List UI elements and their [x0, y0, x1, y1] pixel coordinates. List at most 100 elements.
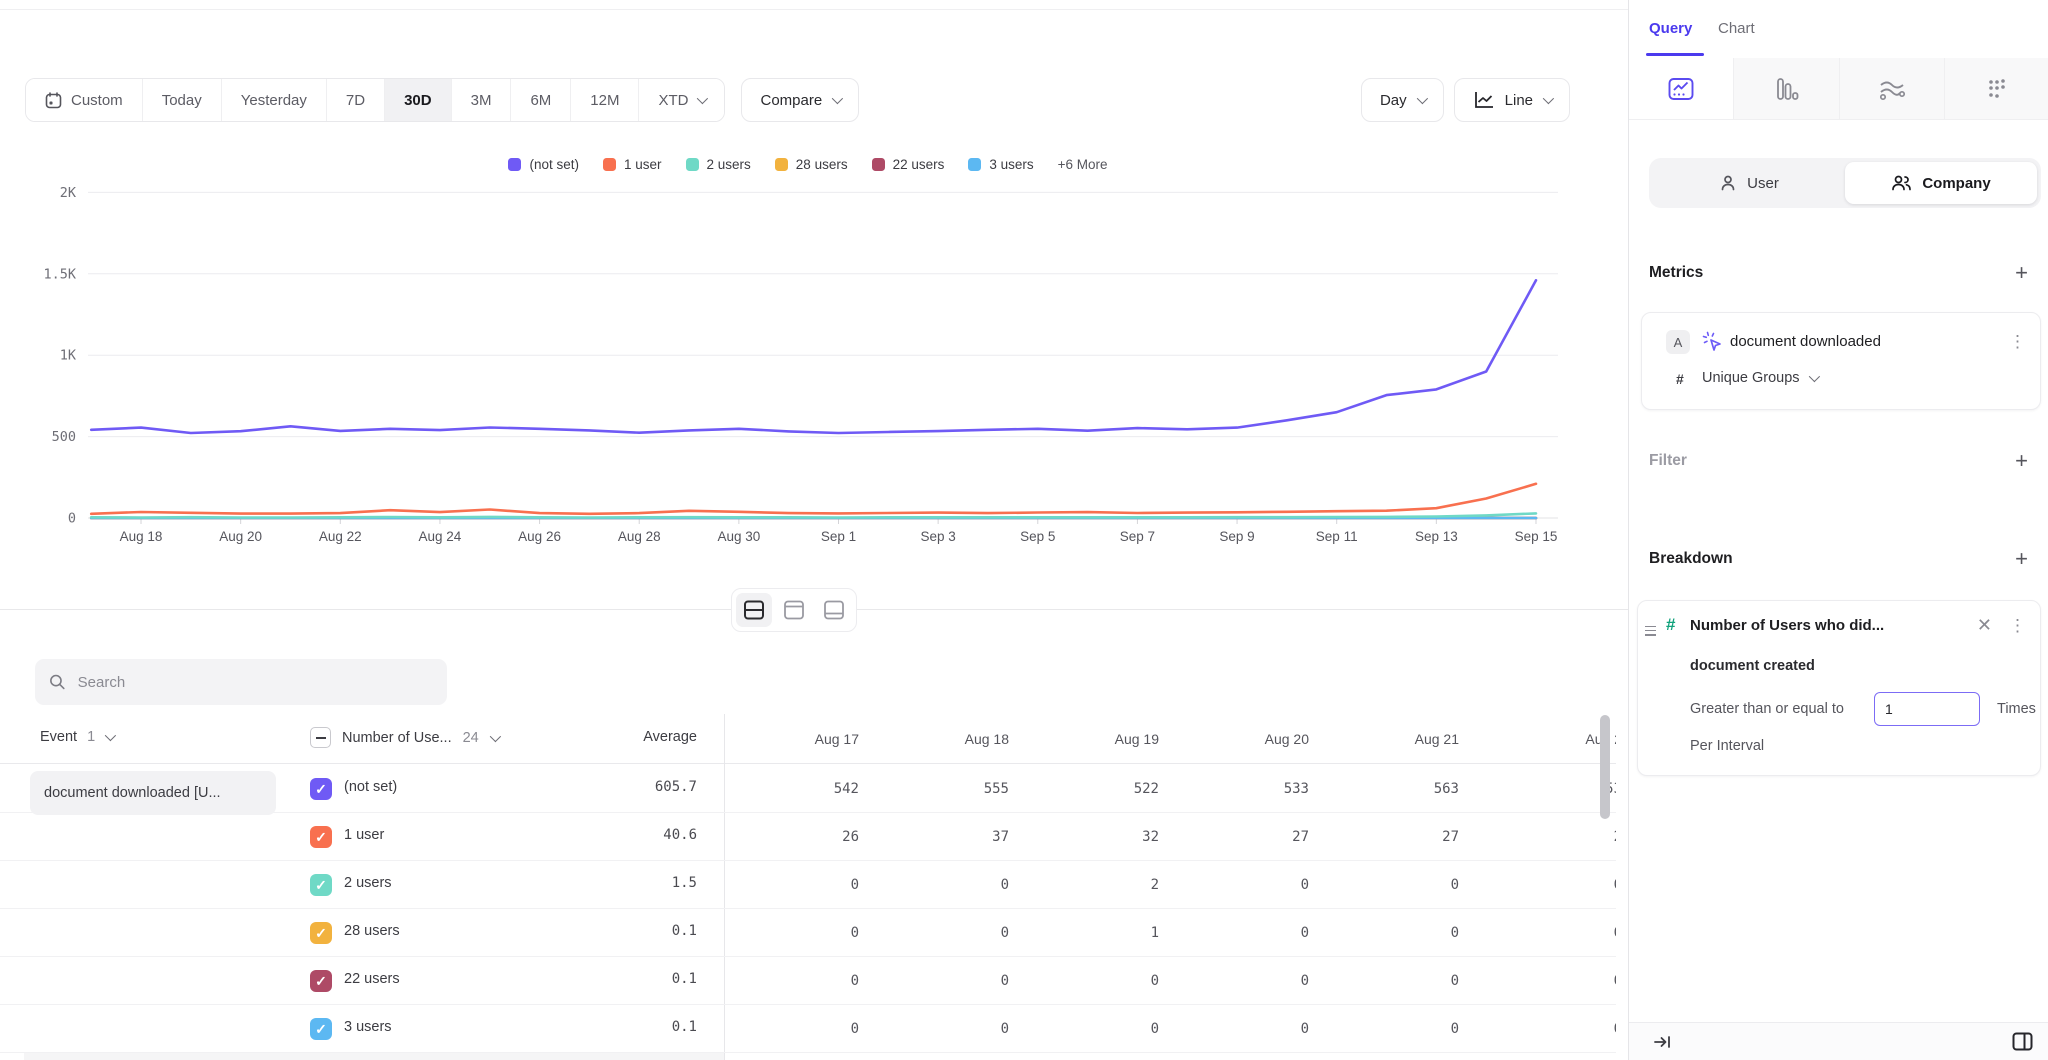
- tab-chart[interactable]: Chart: [1718, 20, 1755, 37]
- compare-label: Compare: [760, 92, 822, 109]
- row-checkbox[interactable]: ✓: [310, 922, 332, 944]
- toggle-company[interactable]: Company: [1845, 162, 2037, 204]
- date-column-header[interactable]: Aug 19: [1024, 731, 1174, 747]
- chart-type-line-tab[interactable]: [1629, 58, 1733, 119]
- table-row: ✓1 user40.626373227272: [0, 813, 1616, 861]
- chart-type-bar-tab[interactable]: [1733, 58, 1838, 119]
- range-today[interactable]: Today: [143, 79, 222, 121]
- line-chart[interactable]: 05001K1.5K2KAug 18Aug 20Aug 22Aug 24Aug …: [0, 185, 1628, 565]
- row-checkbox[interactable]: ✓: [310, 826, 332, 848]
- y-axis-label: 1.5K: [43, 266, 76, 282]
- legend-label: 1 user: [624, 157, 662, 172]
- breakdown-kebab-icon[interactable]: ⋮: [2009, 617, 2026, 634]
- collapse-panel-icon[interactable]: [1653, 1033, 1673, 1051]
- row-values-inner: 001000: [724, 909, 1616, 956]
- row-average: 40.6: [560, 827, 697, 843]
- range-7d[interactable]: 7D: [327, 79, 385, 121]
- legend-item[interactable]: 2 users: [686, 157, 751, 172]
- close-icon[interactable]: ✕: [1977, 615, 1992, 636]
- row-checkbox[interactable]: ✓: [310, 1018, 332, 1040]
- layout-table-only-button[interactable]: [816, 593, 852, 627]
- range-6m[interactable]: 6M: [511, 79, 571, 121]
- row-value: 0: [1474, 877, 1616, 893]
- date-column-header[interactable]: Aug 17: [724, 731, 874, 747]
- row-checkbox[interactable]: ✓: [310, 874, 332, 896]
- range-custom[interactable]: Custom: [26, 79, 143, 121]
- chart-type-matrix-tab[interactable]: [1944, 58, 2048, 119]
- event-row-item[interactable]: document downloaded [U...: [30, 771, 276, 815]
- legend-label: 3 users: [989, 157, 1033, 172]
- range-xtd[interactable]: XTD: [639, 79, 724, 121]
- row-checkbox[interactable]: ✓: [310, 778, 332, 800]
- average-column-header[interactable]: Average: [560, 729, 697, 745]
- chevron-down-icon: [1543, 93, 1554, 104]
- toggle-user[interactable]: User: [1653, 162, 1845, 204]
- interval-label: Day: [1380, 92, 1407, 109]
- row-value: 522: [1024, 781, 1174, 797]
- table-scrollbar[interactable]: [1600, 715, 1610, 819]
- search-input[interactable]: [78, 674, 433, 691]
- aggregation-select[interactable]: Unique Groups: [1702, 370, 1817, 386]
- chevron-down-icon: [832, 93, 843, 104]
- analytics-app: CustomTodayYesterday7D30D 3M 6M12MXTD Comp…: [0, 0, 2048, 1060]
- layout-split-button[interactable]: [736, 593, 772, 627]
- breakdown-card[interactable]: # Number of Users who did... ✕ ⋮ documen…: [1637, 600, 2041, 776]
- event-column-header[interactable]: Event 1: [40, 729, 113, 745]
- legend-item[interactable]: 3 users: [968, 157, 1033, 172]
- metric-kebab-icon[interactable]: ⋮: [2009, 333, 2026, 350]
- range-yesterday[interactable]: Yesterday: [222, 79, 327, 121]
- legend-item[interactable]: 1 user: [603, 157, 662, 172]
- chart-type-button[interactable]: Line: [1454, 78, 1570, 122]
- legend-item[interactable]: (not set): [508, 157, 579, 172]
- row-average: 0.1: [560, 923, 697, 939]
- select-all-checkbox[interactable]: [310, 727, 331, 748]
- date-column-header[interactable]: Aug 21: [1324, 731, 1474, 747]
- date-column-header[interactable]: Aug 18: [874, 731, 1024, 747]
- metric-card[interactable]: A document downloaded ⋮ # Unique Groups: [1641, 312, 2041, 410]
- row-value: 533: [1174, 781, 1324, 797]
- date-column-header[interactable]: Aug 2: [1474, 731, 1616, 747]
- row-value: 2: [1024, 877, 1174, 893]
- series-line--not-set-[interactable]: [91, 280, 1536, 433]
- drag-handle-icon[interactable]: [1645, 623, 1656, 638]
- tab-query[interactable]: Query: [1649, 20, 1692, 37]
- row-checkbox[interactable]: ✓: [310, 970, 332, 992]
- chart-type-flow-tab[interactable]: [1839, 58, 1944, 119]
- range-12m[interactable]: 12M: [571, 79, 639, 121]
- series-line-1-user[interactable]: [91, 484, 1536, 514]
- interval-button[interactable]: Day: [1361, 78, 1444, 122]
- range-3m[interactable]: 3M: [452, 79, 512, 121]
- table-search[interactable]: [35, 659, 447, 705]
- y-axis-label: 500: [52, 429, 76, 445]
- row-value: 0: [1474, 973, 1616, 989]
- add-breakdown-button[interactable]: +: [2015, 548, 2028, 570]
- row-values-inner: 54255552253356353: [724, 765, 1616, 812]
- row-value: 0: [1474, 1021, 1616, 1037]
- add-metric-button[interactable]: +: [2015, 262, 2028, 284]
- metric-name[interactable]: document downloaded: [1730, 333, 1881, 350]
- range-30d[interactable]: 30D: [385, 79, 452, 121]
- layout-chart-only-button[interactable]: [776, 593, 812, 627]
- series-header-label[interactable]: Number of Use...: [342, 730, 452, 746]
- toolbar-right: Day Line: [1361, 78, 1570, 122]
- chart-type-tabs: [1629, 58, 2048, 120]
- side-panel-icon[interactable]: [2012, 1032, 2033, 1051]
- legend-more-link[interactable]: +6 More: [1058, 157, 1108, 172]
- breakdown-condition[interactable]: Greater than or equal to: [1690, 701, 1844, 717]
- compare-button[interactable]: Compare: [741, 78, 859, 122]
- add-filter-button[interactable]: +: [2015, 450, 2028, 472]
- legend-item[interactable]: 28 users: [775, 157, 848, 172]
- row-value: 27: [1324, 829, 1474, 845]
- date-column-header[interactable]: Aug 20: [1174, 731, 1324, 747]
- row-value: 0: [1324, 877, 1474, 893]
- legend-item[interactable]: 22 users: [872, 157, 945, 172]
- range-label: 3M: [471, 92, 492, 109]
- toggle-user-label: User: [1747, 175, 1779, 192]
- breakdown-title: Breakdown: [1649, 550, 1733, 568]
- row-value: 1: [1024, 925, 1174, 941]
- row-values: 002000: [724, 861, 1616, 908]
- breakdown-value-input[interactable]: [1874, 692, 1980, 726]
- event-header-label: Event: [40, 729, 77, 745]
- x-axis-label: Aug 18: [120, 529, 163, 544]
- table-header: Event 1 Number of Use... 24 Average Aug …: [0, 714, 1616, 764]
